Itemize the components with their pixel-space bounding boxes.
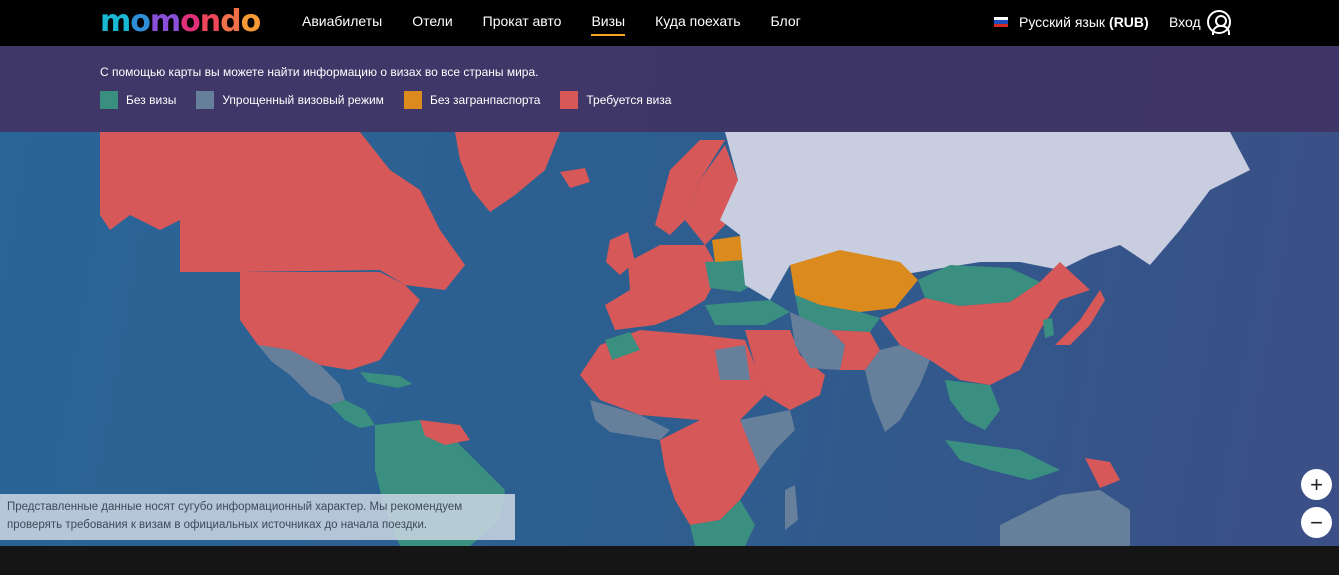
region-indonesia[interactable] [945,440,1060,480]
logo-letter: o [130,4,151,39]
nav-link-visas[interactable]: Визы [591,0,625,46]
country-egypt[interactable] [715,345,750,380]
country-papua-new-guinea[interactable] [1085,458,1120,488]
legend-item-no-visa: Без визы [100,91,176,109]
plus-icon: + [1310,471,1323,497]
visa-legend-panel: С помощью карты вы можете найти информац… [0,46,1339,132]
legend-intro: С помощью карты вы можете найти информац… [100,65,539,79]
language-selector[interactable]: Русский язык (RUB) [994,14,1149,30]
nav-link-destinations[interactable]: Куда поехать [655,0,740,46]
region-caribbean[interactable] [360,372,412,388]
zoom-in-button[interactable]: + [1301,469,1332,500]
country-madagascar[interactable] [785,485,798,530]
legend-label: Упрощенный визовый режим [222,93,384,107]
country-alaska[interactable] [100,132,180,230]
nav-link-hotels[interactable]: Отели [412,0,452,46]
top-navigation: momondo Авиабилеты Отели Прокат авто Виз… [0,0,1339,46]
legend-label: Без визы [126,93,177,107]
nav-links: Авиабилеты Отели Прокат авто Визы Куда п… [302,0,831,46]
bottom-bar [0,546,1339,575]
disclaimer-line-2: проверять требования к визам в официальн… [7,519,428,531]
currency-label: (RUB) [1109,14,1149,30]
country-australia[interactable] [1000,490,1130,546]
disclaimer-box: Представленные данные носят сугубо инфор… [0,494,515,540]
logo-letter: m [149,4,181,39]
logo-letter: d [220,4,242,39]
momondo-logo[interactable]: momondo [100,4,262,39]
country-iceland[interactable] [560,168,590,188]
legend-swatch [100,91,118,109]
legend-items: Без визы Упрощенный визовый режим Без за… [100,91,691,109]
legend-label: Требуется виза [586,93,672,107]
country-greenland[interactable] [455,132,560,212]
logo-letter: o [180,4,201,39]
russia-flag-icon [994,17,1008,27]
country-south-korea[interactable] [1043,318,1054,338]
login-label: Вход [1169,14,1201,30]
nav-link-flights[interactable]: Авиабилеты [302,0,382,46]
legend-swatch [403,91,422,109]
legend-item-visa-required: Требуется виза [560,91,671,109]
country-turkey[interactable] [705,300,790,325]
legend-swatch [560,91,579,109]
visa-map-page: momondo Авиабилеты Отели Прокат авто Виз… [0,0,1339,575]
country-india[interactable] [865,345,930,432]
minus-icon: − [1310,509,1323,535]
logo-letter: n [199,4,221,39]
logo-letter: o [240,4,262,39]
legend-swatch [196,91,215,109]
region-southeast-asia[interactable] [945,380,1000,430]
legend-label: Без загранпаспорта [429,93,541,107]
region-central-america[interactable] [330,400,375,428]
nav-link-car-rental[interactable]: Прокат авто [483,0,562,46]
legend-item-simplified-visa: Упрощенный визовый режим [196,91,384,109]
country-canada[interactable] [180,132,465,290]
user-icon [1206,10,1231,35]
login-button[interactable]: Вход [1169,10,1231,35]
zoom-out-button[interactable]: − [1301,507,1332,538]
nav-link-blog[interactable]: Блог [771,0,801,46]
disclaimer-line-1: Представленные данные носят сугубо инфор… [7,501,463,513]
country-belarus[interactable] [712,236,745,262]
language-label: Русский язык [1019,14,1106,30]
logo-letter: m [100,4,131,39]
legend-item-no-passport: Без загранпаспорта [403,91,541,109]
